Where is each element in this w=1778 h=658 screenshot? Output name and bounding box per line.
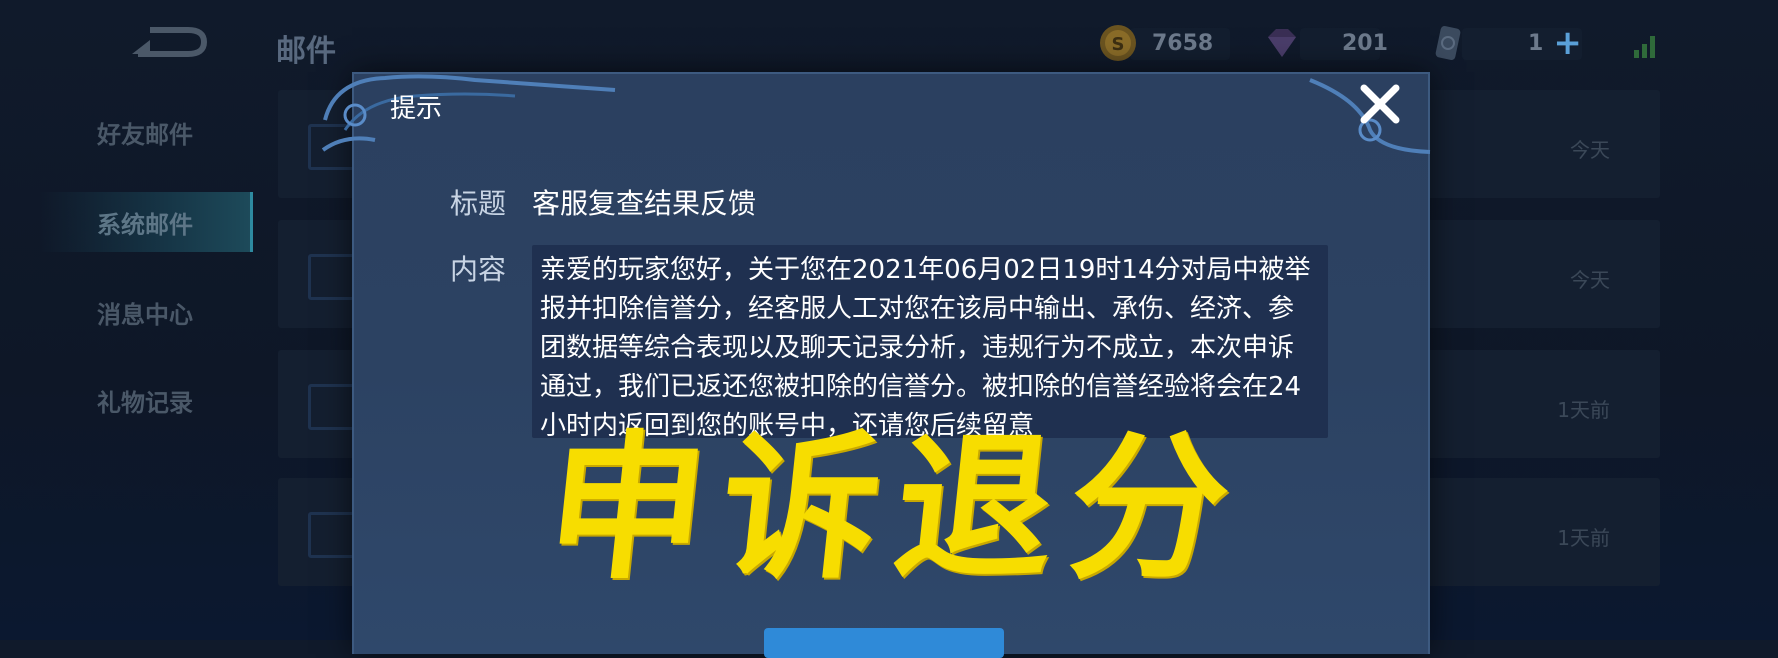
signal-icon bbox=[1634, 36, 1655, 58]
mail-content-box[interactable]: 亲爱的玩家您好，关于您在2021年06月02日19时14分对局中被举报并扣除信誉… bbox=[532, 245, 1328, 438]
mail-time: 1天前 bbox=[1557, 398, 1610, 422]
sidebar-item-message-center[interactable]: 消息中心 bbox=[40, 282, 250, 342]
gold-value: 7658 bbox=[1152, 30, 1214, 56]
sidebar-item-system-mail[interactable]: 系统邮件 bbox=[40, 192, 253, 252]
gem-icon bbox=[1268, 29, 1296, 57]
mail-subject: 客服复查结果反馈 bbox=[532, 187, 757, 220]
gem-counter: 201 bbox=[1262, 22, 1388, 64]
sidebar-item-gift-record[interactable]: 礼物记录 bbox=[40, 370, 250, 430]
gold-counter: S 7658 bbox=[1098, 22, 1213, 64]
ticket-counter: 1 + bbox=[1428, 22, 1582, 64]
svg-text:S: S bbox=[1112, 34, 1125, 55]
ticket-icon bbox=[1435, 26, 1461, 60]
mail-time: 今天 bbox=[1570, 138, 1610, 162]
close-icon[interactable] bbox=[1356, 80, 1404, 128]
dialog-title: 提示 bbox=[390, 94, 443, 124]
content-label: 内容 bbox=[450, 253, 507, 286]
overlay-caption: 申诉退分 bbox=[538, 416, 1254, 601]
cloud-ornament-left bbox=[321, 74, 616, 152]
sidebar-item-friend-mail[interactable]: 好友邮件 bbox=[40, 102, 250, 162]
mail-content: 亲爱的玩家您好，关于您在2021年06月02日19时14分对局中被举报并扣除信誉… bbox=[540, 255, 1311, 438]
mail-time: 今天 bbox=[1570, 268, 1610, 292]
confirm-button[interactable] bbox=[764, 628, 1004, 658]
gold-coin-icon: S bbox=[1100, 25, 1136, 61]
back-arrow-icon[interactable] bbox=[130, 22, 210, 62]
mail-time: 1天前 bbox=[1557, 526, 1610, 550]
add-button[interactable]: + bbox=[1553, 26, 1582, 60]
gem-value: 201 bbox=[1342, 30, 1388, 56]
subject-label: 标题 bbox=[450, 187, 507, 220]
ticket-value: 1 bbox=[1528, 30, 1544, 56]
